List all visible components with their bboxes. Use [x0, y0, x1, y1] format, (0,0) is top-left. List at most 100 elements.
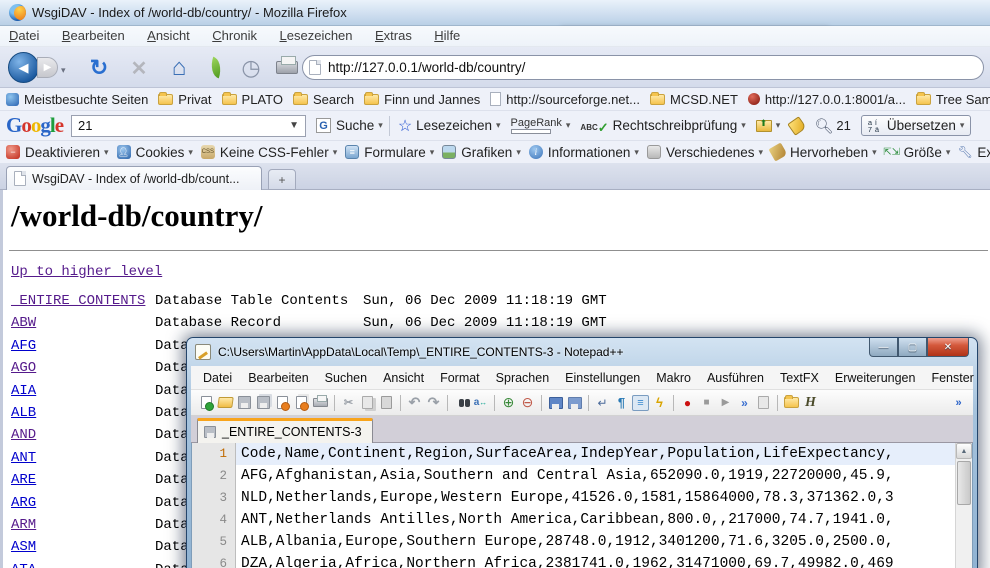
close-icon[interactable]: [274, 395, 291, 411]
cut-icon[interactable]: ✂: [340, 395, 357, 411]
word-wrap-icon[interactable]: ↵: [594, 395, 611, 411]
npp-menu-textfx[interactable]: TextFX: [772, 369, 827, 387]
entry-link[interactable]: ARM: [11, 517, 36, 533]
npp-menu-fenster[interactable]: Fenster: [923, 369, 981, 387]
view-html-icon[interactable]: H: [802, 395, 819, 411]
entry-link[interactable]: _ENTIRE_CONTENTS: [11, 293, 145, 309]
webdev-disable-button[interactable]: −Deaktivieren▾: [6, 145, 109, 160]
entry-link[interactable]: ALB: [11, 405, 36, 421]
zoom-in-icon[interactable]: ⊕: [500, 395, 517, 411]
stop-macro-icon[interactable]: ■: [698, 395, 715, 411]
print-icon[interactable]: [312, 395, 329, 411]
entry-link[interactable]: AGO: [11, 360, 36, 376]
entry-link[interactable]: ARG: [11, 495, 36, 511]
find-icon[interactable]: [453, 395, 470, 411]
webdev-images-button[interactable]: Grafiken▾: [442, 145, 521, 160]
highlighter-icon[interactable]: [788, 116, 807, 135]
editor-tab[interactable]: _ENTIRE_CONTENTS-3: [197, 418, 373, 443]
tab-wsgidav[interactable]: WsgiDAV - Index of /world-db/count...: [6, 166, 262, 190]
npp-menu-ausfuehren[interactable]: Ausführen: [699, 369, 772, 387]
menu-extras[interactable]: Extras: [366, 26, 421, 45]
bookmark-most-visited[interactable]: Meistbesuchte Seiten: [6, 92, 148, 107]
npp-menu-datei[interactable]: Datei: [195, 369, 240, 387]
record-macro-icon[interactable]: ●: [679, 395, 696, 411]
scrollbar-thumb[interactable]: [957, 461, 971, 505]
webdev-forms-button[interactable]: ≡Formulare▾: [345, 145, 434, 160]
open-icon[interactable]: [217, 395, 234, 411]
run-macro-multiple-icon[interactable]: »: [736, 395, 753, 411]
webdev-miscellaneous-button[interactable]: Verschiedenes▾: [647, 145, 763, 160]
webdev-cookies-button[interactable]: 👤︎Cookies▾: [117, 145, 193, 160]
bookmark-folder-finn[interactable]: Finn und Jannes: [364, 92, 480, 107]
entry-link[interactable]: ABW: [11, 315, 36, 331]
entry-link[interactable]: ARE: [11, 472, 36, 488]
menu-datei[interactable]: Datei: [0, 26, 48, 45]
webdev-css-button[interactable]: CSSKeine CSS-Fehler▾: [201, 145, 337, 160]
find-replace-icon[interactable]: a↔: [472, 395, 489, 411]
npp-menu-einstellungen[interactable]: Einstellungen: [557, 369, 648, 387]
notepadpp-titlebar[interactable]: C:\Users\Martin\AppData\Local\Temp\_ENTI…: [187, 338, 977, 366]
webdev-resize-button[interactable]: ⇱⇲Größe▾: [885, 145, 951, 160]
npp-menu-bearbeiten[interactable]: Bearbeiten: [240, 369, 316, 387]
print-icon[interactable]: [276, 61, 298, 74]
close-button[interactable]: ✕: [927, 338, 969, 357]
leaf-extension-icon[interactable]: [207, 57, 224, 79]
close-all-icon[interactable]: [293, 395, 310, 411]
bookmark-folder-mcsd[interactable]: MCSD.NET: [650, 92, 738, 107]
restore-button[interactable]: ▢: [898, 338, 927, 357]
code-area[interactable]: Code,Name,Continent,Region,SurfaceArea,I…: [236, 443, 955, 568]
url-bar[interactable]: http://127.0.0.1/world-db/country/: [302, 55, 984, 80]
sync-vertical-icon[interactable]: [547, 395, 564, 411]
google-search-button[interactable]: GSuche▾: [316, 118, 383, 133]
vertical-scrollbar[interactable]: ▲: [955, 443, 972, 568]
npp-menu-sprachen[interactable]: Sprachen: [488, 369, 558, 387]
bookmark-folder-plato[interactable]: PLATO: [222, 92, 283, 107]
show-all-characters-icon[interactable]: ¶: [613, 395, 630, 411]
entry-link[interactable]: ANT: [11, 450, 36, 466]
bookmark-folder-privat[interactable]: Privat: [158, 92, 211, 107]
npp-menu-format[interactable]: Format: [432, 369, 488, 387]
webdev-tools-button[interactable]: 🔧︎Extras▾: [958, 145, 990, 160]
npp-menu-makro[interactable]: Makro: [648, 369, 699, 387]
open-folder-icon[interactable]: [783, 395, 800, 411]
up-to-higher-level-link[interactable]: Up to higher level: [11, 264, 162, 280]
menu-lesezeichen[interactable]: Lesezeichen: [271, 26, 362, 45]
editor-area[interactable]: 1 2 3 4 5 6 Code,Name,Continent,Region,S…: [191, 443, 973, 568]
bookmark-folder-tree-samples[interactable]: Tree Samples: [916, 92, 990, 107]
send-to-dropdown-icon[interactable]: ▾: [776, 120, 781, 131]
menu-hilfe[interactable]: Hilfe: [425, 26, 469, 45]
more-buttons-icon[interactable]: »: [950, 395, 967, 411]
npp-menu-help[interactable]: ?: [982, 369, 990, 387]
entry-link[interactable]: AND: [11, 427, 36, 443]
back-icon[interactable]: ◀: [8, 52, 39, 83]
google-search-input[interactable]: 21▼: [71, 115, 306, 137]
undo-icon[interactable]: ↶: [406, 395, 423, 411]
magnifier-icon[interactable]: 🔍︎: [814, 117, 833, 135]
send-to-icon[interactable]: [756, 120, 772, 132]
entry-link[interactable]: ATA: [11, 562, 36, 568]
save-macro-icon[interactable]: [755, 395, 772, 411]
zoom-out-icon[interactable]: ⊖: [519, 395, 536, 411]
entry-link[interactable]: ASM: [11, 539, 36, 555]
npp-menu-ansicht[interactable]: Ansicht: [375, 369, 432, 387]
save-all-icon[interactable]: [255, 395, 272, 411]
translate-button[interactable]: aí7ä Übersetzen▾: [861, 115, 972, 136]
forward-icon[interactable]: ▶: [37, 57, 58, 78]
indent-guide-icon[interactable]: ≡: [632, 395, 649, 411]
webdev-outline-button[interactable]: Hervorheben▾: [771, 145, 877, 160]
bookmark-localhost[interactable]: http://127.0.0.1:8001/a...: [748, 92, 906, 107]
reload-icon[interactable]: ↻: [86, 55, 112, 81]
copy-icon[interactable]: [359, 395, 376, 411]
search-dropdown-icon[interactable]: ▼: [289, 120, 299, 131]
npp-menu-suchen[interactable]: Suchen: [317, 369, 375, 387]
new-file-icon[interactable]: [198, 395, 215, 411]
pagerank-widget[interactable]: PageRank: [511, 117, 562, 134]
home-icon[interactable]: ⌂: [166, 55, 192, 81]
minimize-button[interactable]: —: [869, 338, 898, 357]
menu-bearbeiten[interactable]: Bearbeiten: [53, 26, 134, 45]
npp-menu-erweiterungen[interactable]: Erweiterungen: [827, 369, 924, 387]
new-tab-button[interactable]: +: [268, 169, 296, 190]
url-text[interactable]: http://127.0.0.1/world-db/country/: [328, 60, 525, 75]
stop-icon[interactable]: ✕: [126, 55, 152, 81]
bookmark-sourceforge[interactable]: http://sourceforge.net...: [490, 92, 640, 107]
